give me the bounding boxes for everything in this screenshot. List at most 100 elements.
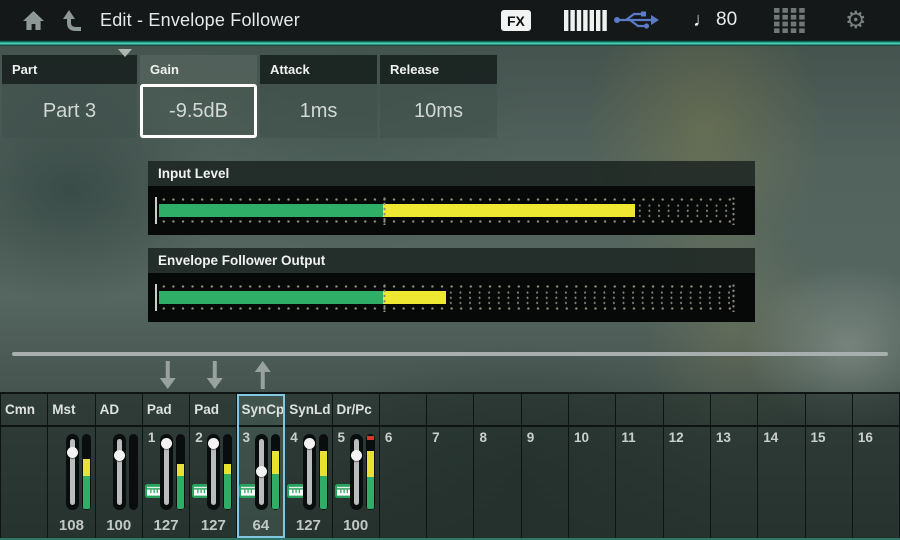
channel-fader-cell[interactable]: 5 100 [333, 427, 379, 538]
mixer-channel[interactable]: Mst 108 [48, 394, 95, 538]
channel-meter-red [367, 436, 374, 440]
channel-fader[interactable] [207, 434, 220, 510]
channel-fader[interactable] [66, 434, 79, 510]
channel-level-meter [223, 434, 232, 510]
fader-track [117, 439, 122, 505]
meter-bar [159, 291, 733, 304]
meter-start-line [155, 197, 157, 224]
param-attack-value[interactable]: 1ms [260, 84, 377, 138]
channel-volume-value: 100 [333, 517, 379, 534]
channel-fader-cell[interactable]: 108 [48, 427, 94, 538]
channel-fader-cell[interactable]: 13 [711, 427, 757, 538]
meter-yellow-segment [383, 204, 636, 217]
fader-knob[interactable] [351, 450, 362, 461]
fader-knob[interactable] [114, 450, 125, 461]
channel-fader[interactable] [160, 434, 173, 510]
mixer-channel[interactable]: 12 [664, 394, 711, 538]
channel-volume-value: 127 [190, 517, 236, 534]
param-part[interactable]: Part Part 3 [2, 55, 137, 138]
channel-fader[interactable] [255, 434, 268, 510]
fader-knob[interactable] [161, 438, 172, 449]
param-release[interactable]: Release 10ms [380, 55, 497, 138]
channel-fader-cell[interactable]: 1 127 [143, 427, 189, 538]
channel-fader-cell[interactable]: 11 [616, 427, 662, 538]
channel-fader-cell[interactable]: 15 [806, 427, 852, 538]
channel-fader-cell[interactable] [1, 427, 47, 538]
channel-fader-cell[interactable]: 10 [569, 427, 615, 538]
mixer-channel[interactable]: 8 [474, 394, 521, 538]
keyboard-button[interactable] [564, 0, 608, 40]
fx-badge[interactable]: FX [501, 10, 531, 31]
param-attack[interactable]: Attack 1ms [260, 55, 377, 138]
mixer-channel[interactable]: 10 [569, 394, 616, 538]
mixer-channel[interactable]: 6 [380, 394, 427, 538]
mixer-channel[interactable]: Pad 1 127 [143, 394, 190, 538]
mixer-channel[interactable]: Pad 2 127 [190, 394, 237, 538]
param-part-label: Part [12, 62, 37, 77]
mixer-channel[interactable]: 7 [427, 394, 474, 538]
grid-icon [774, 8, 805, 33]
fader-knob[interactable] [256, 466, 267, 477]
mixer-channel[interactable]: Dr/Pc 5 100 [333, 394, 380, 538]
param-attack-label: Attack [270, 62, 310, 77]
settings-button[interactable]: ⚙ [845, 0, 867, 40]
gear-icon: ⚙ [845, 6, 867, 35]
dropdown-triangle-icon [118, 49, 132, 57]
channel-volume-value: 127 [143, 517, 189, 534]
home-button[interactable] [22, 0, 45, 40]
channel-fader-cell[interactable]: 7 [427, 427, 473, 538]
channel-fader-cell[interactable]: 9 [522, 427, 568, 538]
channel-volume-value: 127 [285, 517, 331, 534]
channel-fader[interactable] [303, 434, 316, 510]
channel-fader-cell[interactable]: 16 [853, 427, 899, 538]
mixer-channel[interactable]: 14 [758, 394, 805, 538]
channel-level-meter [271, 434, 280, 510]
mixer-channel[interactable]: 9 [522, 394, 569, 538]
channel-number: 7 [432, 430, 440, 445]
channel-fader-cell[interactable]: 6 [380, 427, 426, 538]
param-gain-value[interactable]: -9.5dB [140, 84, 257, 138]
channel-volume-value: 64 [237, 517, 284, 534]
channel-fader-cell[interactable]: 12 [664, 427, 710, 538]
keyboard-icon [564, 10, 608, 31]
channel-fader[interactable] [350, 434, 363, 510]
fader-knob[interactable] [304, 438, 315, 449]
meter-end-ticks [732, 196, 735, 225]
grid-menu-button[interactable] [774, 0, 805, 40]
accent-divider [0, 40, 900, 46]
mixer-channel[interactable]: AD 100 [96, 394, 143, 538]
channel-meter-yellow [224, 464, 231, 474]
down-arrow-icon [157, 360, 179, 390]
mixer-channel[interactable]: 13 [711, 394, 758, 538]
mixer-channel[interactable]: SynCp 3 64 [237, 394, 285, 538]
channel-fader-cell[interactable]: 14 [758, 427, 804, 538]
top-bar: Edit - Envelope Follower FX [0, 0, 900, 40]
meter-bar [159, 204, 733, 217]
horizontal-scrollbar[interactable] [12, 352, 888, 356]
param-gain[interactable]: Gain -9.5dB [140, 55, 257, 138]
param-part-value[interactable]: Part 3 [2, 84, 137, 138]
mixer-channel[interactable]: SynLd 4 127 [285, 394, 332, 538]
tempo-value[interactable]: 80 [716, 0, 737, 40]
exit-button[interactable] [62, 0, 84, 40]
channel-fader-cell[interactable]: 2 127 [190, 427, 236, 538]
channel-fader[interactable] [113, 434, 126, 510]
channel-fader-cell[interactable]: 100 [96, 427, 142, 538]
channel-number: 11 [621, 430, 635, 445]
mixer-channel[interactable]: 11 [616, 394, 663, 538]
mixer-channel[interactable]: Cmn [0, 394, 48, 538]
channel-number: 10 [574, 430, 589, 445]
channel-level-meter [129, 434, 138, 510]
channel-fader-cell[interactable]: 4 127 [285, 427, 331, 538]
mixer-channel[interactable]: 16 [853, 394, 900, 538]
fader-knob[interactable] [67, 447, 78, 458]
channel-fader-cell[interactable]: 3 64 [237, 427, 284, 538]
meter-ticks [159, 198, 733, 201]
channel-fader-cell[interactable]: 8 [474, 427, 520, 538]
param-release-value[interactable]: 10ms [380, 84, 497, 138]
fader-knob[interactable] [208, 438, 219, 449]
mixer-channel[interactable]: 15 [806, 394, 853, 538]
channel-meter-green [83, 475, 90, 509]
channel-volume-value: 100 [96, 517, 142, 534]
param-release-label: Release [390, 62, 439, 77]
